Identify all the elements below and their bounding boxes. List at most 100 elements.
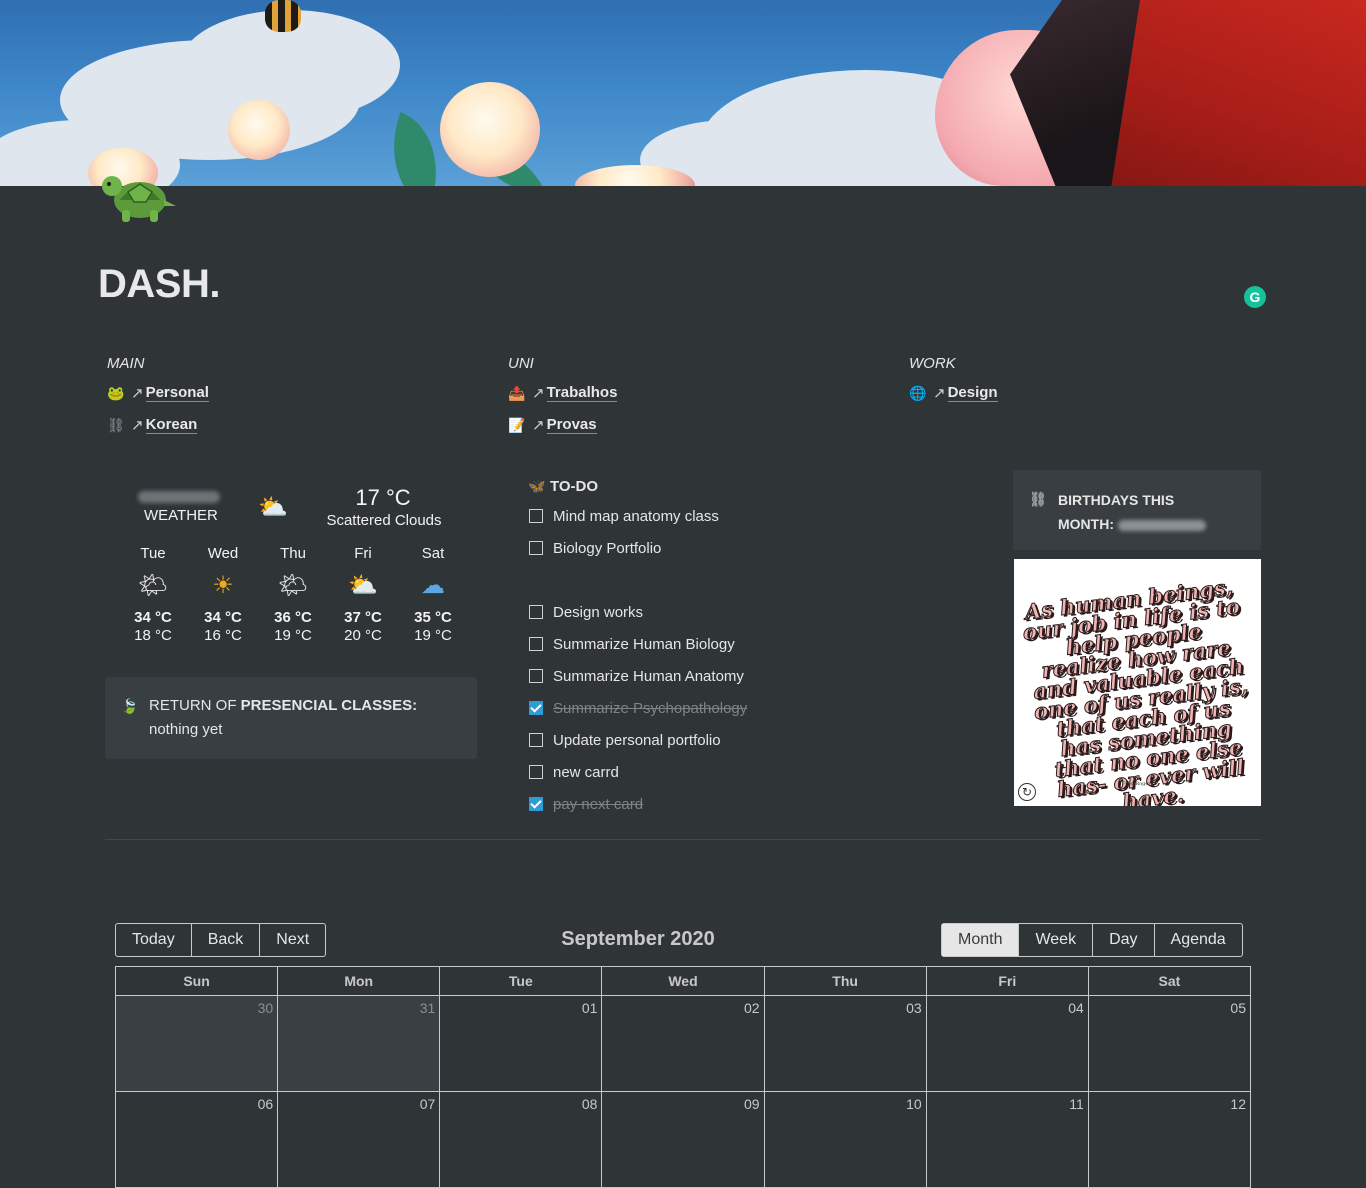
arrow-link-icon: ↗ [131,417,144,434]
forecast-day: Fri ⛅ 37 °C 20 °C [328,545,398,645]
day-view-button[interactable]: Day [1093,924,1155,956]
agenda-view-button[interactable]: Agenda [1155,924,1242,956]
forecast-high: 37 °C [344,609,382,626]
todo-text[interactable]: Design works [553,604,643,621]
today-button[interactable]: Today [116,924,192,956]
weekday-label: Sat [1158,973,1181,989]
weekday-label: Wed [602,967,765,995]
link-korean[interactable]: ⛓ ↗ Korean [105,409,485,441]
calendar-day-cell[interactable]: 10 [765,1092,927,1187]
birthdays-text: BIRTHDAYS THIS MONTH: [1027,488,1251,536]
sun-behind-cloud-icon: 🌤 [137,572,169,599]
inbox-tray-icon: 📤 [508,384,526,401]
todo-checkbox[interactable] [529,797,543,811]
weekday-label: Tue [440,967,603,995]
calendar-week: 06 07 08 09 10 11 12 [116,1092,1250,1188]
globe-icon: 🌐 [909,384,927,401]
calendar-view-buttons: Month Week Day Agenda [941,923,1243,957]
calendar-day-cell[interactable]: 11 [927,1092,1089,1187]
next-button[interactable]: Next [260,924,325,956]
callout-text: RETURN OF PRESENCIAL CLASSES: nothing ye… [149,697,418,738]
calendar-day-cell[interactable]: 31 [278,996,441,1091]
todo-text[interactable]: Summarize Psychopathology [553,700,747,717]
todo-text[interactable]: new carrd [553,764,619,781]
weekday-label: Thu [765,967,927,995]
calendar-day-cell[interactable]: 04 [927,996,1089,1091]
calendar-day-cell[interactable]: 05 [1089,996,1250,1091]
todo-checkbox[interactable] [529,701,543,715]
todo-text[interactable]: Mind map anatomy class [553,508,719,525]
todo-checkbox[interactable] [529,605,543,619]
calendar-day-cell[interactable]: 01 [440,996,603,1091]
todo-item: Design works [526,596,956,628]
link-label[interactable]: Provas [546,416,597,434]
todo-item: Mind map anatomy class [526,500,956,532]
todo-item: pay next card [526,788,956,820]
forecast-high: 36 °C [274,609,312,626]
todo-text[interactable]: Biology Portfolio [553,540,661,557]
todo-item: Biology Portfolio [526,532,956,564]
todo-item: Summarize Psychopathology [526,692,956,724]
link-trabalhos[interactable]: 📤 ↗ Trabalhos [506,377,886,409]
back-button[interactable]: Back [192,924,261,956]
todo-checkbox[interactable] [529,637,543,651]
link-label[interactable]: Personal [145,384,209,402]
refresh-icon[interactable]: ↻ [1018,783,1036,801]
calendar-grid: Sun Mon Tue Wed Thu Fri Sat 30 31 01 02 … [115,966,1251,1188]
poster-author: Fred Rogers [1121,781,1154,787]
weather-current-temp: 17 °C [355,485,411,510]
arrow-link-icon: ↗ [532,385,545,402]
calendar-day-cell[interactable]: 12 [1089,1092,1250,1187]
todo-checkbox[interactable] [529,765,543,779]
calendar-day-cell[interactable]: 03 [765,996,927,1091]
weekday-label: Sun [116,967,279,995]
month-view-button[interactable]: Month [942,924,1020,956]
calendar-day-cell[interactable]: 08 [440,1092,603,1187]
forecast-low: 16 °C [204,627,242,644]
forecast-high: 34 °C [204,609,242,626]
forecast-low: 18 °C [134,627,172,644]
forecast-low: 19 °C [274,627,312,644]
link-label[interactable]: Trabalhos [546,384,618,402]
sun-behind-cloud-icon: ⛅ [258,494,288,521]
calendar-weekday-header: Sun Mon Tue Wed Thu Fri Sat [116,967,1250,996]
link-design[interactable]: 🌐 ↗ Design [907,377,1287,409]
weather-forecast: Tue 🌤 34 °C 18 °C Wed ☀ 34 °C 16 °C Thu … [118,545,468,645]
todo-text[interactable]: pay next card [553,796,643,813]
forecast-day: Thu 🌤 36 °C 19 °C [258,545,328,645]
todo-text[interactable]: Summarize Human Anatomy [553,668,744,685]
butterfly-icon: 🦋 [528,477,546,494]
calendar-day-cell[interactable]: 30 [116,996,279,1091]
week-view-button[interactable]: Week [1019,924,1094,956]
birthdays-names-blurred [1117,519,1206,531]
link-provas[interactable]: 📝 ↗ Provas [506,409,886,441]
todo-list: 🦋 TO-DO Mind map anatomy class Biology P… [526,472,956,820]
calendar-day-cell[interactable]: 07 [278,1092,441,1187]
calendar-day-cell[interactable]: 02 [602,996,765,1091]
link-label[interactable]: Design [947,384,998,402]
forecast-day: Sat ☁ 35 °C 19 °C [398,545,468,645]
quote-poster-image: As human beings, our job in life is to h… [1014,559,1261,806]
todo-checkbox[interactable] [529,733,543,747]
todo-checkbox[interactable] [529,669,543,683]
todo-item: Summarize Human Anatomy [526,660,956,692]
todo-checkbox[interactable] [529,509,543,523]
link-personal[interactable]: 🐸 ↗ Personal [105,377,485,409]
todo-item: Update personal portfolio [526,724,956,756]
calendar-nav-buttons: Today Back Next [115,923,327,957]
todo-text[interactable]: Update personal portfolio [553,732,721,749]
turtle-icon[interactable] [100,168,178,224]
grammarly-icon[interactable]: G [1244,286,1266,308]
calendar-day-cell[interactable]: 06 [116,1092,279,1187]
calendar-day-cell[interactable]: 09 [602,1092,765,1187]
forecast-day-name: Thu [280,545,306,562]
todo-text[interactable]: Summarize Human Biology [553,636,735,653]
todo-checkbox[interactable] [529,541,543,555]
weekday-label: Fri [927,967,1089,995]
classes-callout: 🍃 RETURN OF PRESENCIAL CLASSES: nothing … [105,677,477,759]
binoculars-icon: ⛓ [1029,491,1047,507]
link-label[interactable]: Korean [145,416,198,434]
calendar-week: 30 31 01 02 03 04 05 [116,996,1250,1092]
calendar-title: September 2020 [561,928,715,950]
leaf-icon: 🍃 [121,698,139,714]
